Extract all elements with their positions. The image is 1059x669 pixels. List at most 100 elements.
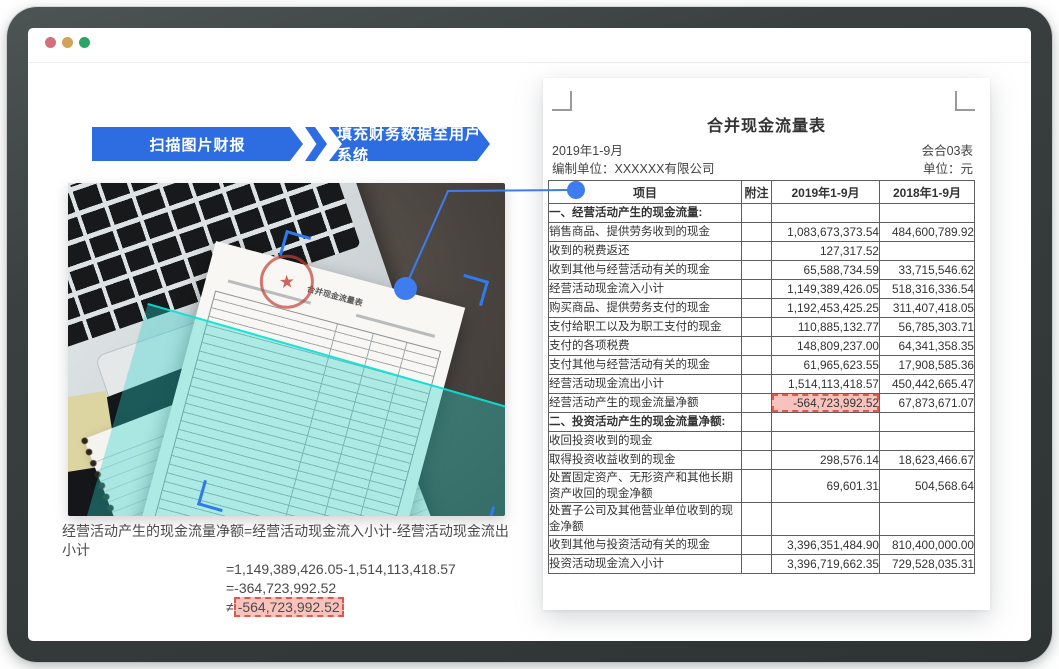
report-meta: 2019年1-9月 会合03表 编制单位：XXXXXX有限公司 单位：元 xyxy=(552,142,973,178)
table-row: 经营活动产生的现金流量净额-564,723,992.5267,873,671.0… xyxy=(549,394,975,413)
table-cell: 18,623,466.67 xyxy=(880,451,975,470)
table-cell: 110,885,132.77 xyxy=(772,318,880,337)
crop-mark-right-icon xyxy=(955,91,975,111)
flow-step-scan: 扫描图片财报 xyxy=(92,127,303,161)
table-cell xyxy=(742,356,772,375)
report-page: 合并现金流量表 2019年1-9月 会合03表 编制单位：XXXXXX有限公司 … xyxy=(543,78,990,610)
table-cell xyxy=(742,223,772,242)
scanned-photo: 合并现金流量表 ★ xyxy=(68,183,505,516)
mismatch-value-flag: -564,723,992.52 xyxy=(234,597,344,617)
column-header-3: 2018年1-9月 xyxy=(880,181,975,204)
table-cell xyxy=(772,413,880,432)
table-row: 购买商品、提供劳务支付的现金 1,192,453,425.25311,407,41… xyxy=(549,299,975,318)
table-row: 投资活动现金流入小计3,396,719,662.35729,528,035.31 xyxy=(549,555,975,574)
table-cell: 收到其他与投资活动有关的现金 xyxy=(549,536,742,555)
table-cell: 销售商品、提供劳务收到的现金 xyxy=(549,223,742,242)
table-row: 取得投资收益收到的现金 298,576.1418,623,466.67 xyxy=(549,451,975,470)
table-cell: 69,601.31 xyxy=(772,470,880,503)
table-cell xyxy=(772,204,880,223)
calc-line-4: ≠-564,723,992.52 xyxy=(62,598,522,617)
table-cell xyxy=(880,432,975,451)
table-cell: 1,514,113,418.57 xyxy=(772,375,880,394)
table-cell xyxy=(742,299,772,318)
table-cell: 取得投资收益收到的现金 xyxy=(549,451,742,470)
highlighted-cell: -564,723,992.52 xyxy=(772,394,880,413)
table-cell: 298,576.14 xyxy=(772,451,880,470)
table-cell: 127,317.52 xyxy=(772,242,880,261)
table-row: 支付的各项税费 148,809,237.0064,341,358.35 xyxy=(549,337,975,356)
table-cell: 1,192,453,425.25 xyxy=(772,299,880,318)
table-cell: 518,316,336.54 xyxy=(880,280,975,299)
scan-corner-bracket-tr xyxy=(457,274,489,306)
table-cell: 3,396,719,662.35 xyxy=(772,555,880,574)
table-cell xyxy=(742,375,772,394)
flow-step-fill-label: 填充财务数据至用户系统 xyxy=(337,123,490,165)
table-cell: 311,407,418.05 xyxy=(880,299,975,318)
table-cell: 810,400,000.00 xyxy=(880,536,975,555)
report-title: 合并现金流量表 xyxy=(543,112,990,136)
calc-line-2: =1,149,389,426.05-1,514,113,418.57 xyxy=(62,560,522,579)
table-cell: 经营活动产生的现金流量净额 xyxy=(549,394,742,413)
table-cell xyxy=(772,432,880,451)
table-cell: 17,908,585.36 xyxy=(880,356,975,375)
table-cell: 支付其他与经营活动有关的现金 xyxy=(549,356,742,375)
table-cell: 二、投资活动产生的现金流量净额: xyxy=(549,413,742,432)
table-cell: 33,715,546.62 xyxy=(880,261,975,280)
table-row: 一、经营活动产生的现金流量: xyxy=(549,204,975,223)
table-cell xyxy=(742,280,772,299)
app-window: 扫描图片财报 填充财务数据至用户系统 合并现金流量表 ★ 经营活动产 xyxy=(0,0,1059,669)
table-cell xyxy=(742,536,772,555)
table-cell: 收回投资收到的现金 xyxy=(549,432,742,451)
table-cell xyxy=(742,503,772,536)
column-header-1: 附注 xyxy=(742,181,772,204)
table-cell: 一、经营活动产生的现金流量: xyxy=(549,204,742,223)
table-cell: 支付的各项税费 xyxy=(549,337,742,356)
table-row: 收回投资收到的现金 xyxy=(549,432,975,451)
calc-line-3: =-364,723,992.52 xyxy=(62,579,522,598)
table-cell xyxy=(880,503,975,536)
table-header-row: 项目附注2019年1-9月2018年1-9月 xyxy=(549,181,975,204)
table-cell: 64,341,358.35 xyxy=(880,337,975,356)
table-cell: 处置子公司及其他营业单位收到的现金净额 xyxy=(549,503,742,536)
crop-mark-left-icon xyxy=(552,91,572,111)
traffic-light-close[interactable] xyxy=(45,37,56,48)
table-cell: 450,442,665.47 xyxy=(880,375,975,394)
calc-annotation: 经营活动产生的现金流量净额=经营活动现金流入小计-经营活动现金流出小计 =1,1… xyxy=(62,522,522,617)
flow-step-scan-label: 扫描图片财报 xyxy=(149,134,245,155)
table-row: 收到其他与投资活动有关的现金3,396,351,484.90810,400,00… xyxy=(549,536,975,555)
traffic-light-zoom[interactable] xyxy=(79,37,90,48)
titlebar-divider xyxy=(29,62,1030,63)
table-cell: 经营活动现金流入小计 xyxy=(549,280,742,299)
table-row: 处置固定资产、无形资产和其他长期资产收回的现金净额 69,601.31504,56… xyxy=(549,470,975,503)
table-cell: 65,588,734.59 xyxy=(772,261,880,280)
table-cell xyxy=(880,204,975,223)
table-cell xyxy=(742,337,772,356)
table-cell: 购买商品、提供劳务支付的现金 xyxy=(549,299,742,318)
table-cell: 504,568.64 xyxy=(880,470,975,503)
table-cell xyxy=(772,503,880,536)
table-cell: 148,809,237.00 xyxy=(772,337,880,356)
table-row: 销售商品、提供劳务收到的现金1,083,673,373.54484,600,78… xyxy=(549,223,975,242)
table-cell: 1,083,673,373.54 xyxy=(772,223,880,242)
table-cell xyxy=(742,413,772,432)
traffic-light-minimize[interactable] xyxy=(62,37,73,48)
table-cell: 1,149,389,426.05 xyxy=(772,280,880,299)
table-cell: 处置固定资产、无形资产和其他长期资产收回的现金净额 xyxy=(549,470,742,503)
table-cell: 729,528,035.31 xyxy=(880,555,975,574)
column-header-2: 2019年1-9月 xyxy=(772,181,880,204)
anchor-dot-photo xyxy=(394,277,417,300)
table-row: 二、投资活动产生的现金流量净额: xyxy=(549,413,975,432)
table-cell: 61,965,623.55 xyxy=(772,356,880,375)
table-cell xyxy=(742,242,772,261)
table-cell: 56,785,303.71 xyxy=(880,318,975,337)
table-cell: 收到其他与经营活动有关的现金 xyxy=(549,261,742,280)
report-prepared-by: 编制单位：XXXXXX有限公司 xyxy=(552,160,715,178)
table-cell xyxy=(880,413,975,432)
traffic-lights xyxy=(45,37,90,48)
calc-line-1: 经营活动产生的现金流量净额=经营活动现金流入小计-经营活动现金流出小计 xyxy=(62,522,522,560)
table-cell xyxy=(742,470,772,503)
table-cell xyxy=(742,318,772,337)
table-row: 支付给职工以及为职工支付的现金110,885,132.7756,785,303.… xyxy=(549,318,975,337)
table-cell xyxy=(742,261,772,280)
not-equal-symbol: ≠ xyxy=(226,599,234,615)
